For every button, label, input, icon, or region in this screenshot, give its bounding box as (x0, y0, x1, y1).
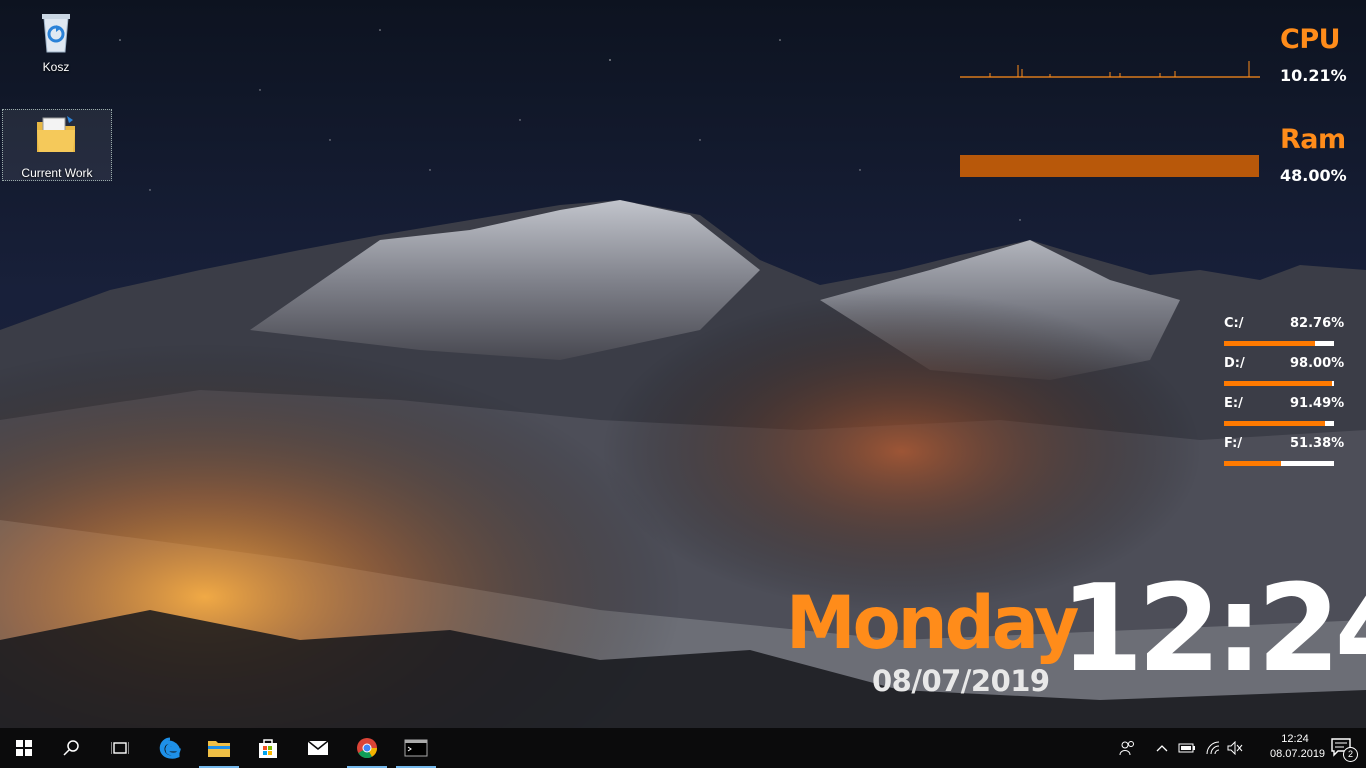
ram-value: 48.00% (1280, 166, 1347, 185)
drive-usage-fill (1224, 461, 1281, 466)
terminal-icon (404, 739, 428, 757)
volume-muted-icon (1227, 741, 1243, 755)
drive-usage-bar (1224, 461, 1334, 466)
mail-button[interactable] (294, 728, 342, 768)
wifi-icon (1206, 741, 1220, 755)
drive-label: C:/ (1224, 316, 1244, 331)
drive-usage-fill (1224, 381, 1332, 386)
task-view-icon (111, 742, 129, 754)
edge-icon (159, 737, 181, 759)
drive-usage-bar (1224, 381, 1334, 386)
start-button[interactable] (0, 728, 48, 768)
people-button[interactable] (1116, 728, 1140, 768)
desktop-icon-current-work[interactable]: Current Work (2, 109, 112, 181)
network-button[interactable] (1202, 728, 1224, 768)
desktop-icon-label: Kosz (42, 60, 70, 74)
drive-usage-fill (1224, 421, 1325, 426)
cpu-title: CPU (1280, 24, 1341, 55)
date-label: 08/07/2019 (872, 664, 1050, 698)
drive-usage-value: 98.00% (1290, 356, 1345, 371)
cpu-value: 10.21% (1280, 66, 1347, 85)
cpu-graph (960, 61, 1260, 78)
drive-usage-fill (1224, 341, 1316, 346)
store-icon (259, 739, 277, 758)
desktop-icon-recycle-bin[interactable]: Kosz (2, 8, 110, 74)
action-center-button[interactable]: 2 (1318, 728, 1366, 768)
drive-label: F:/ (1224, 436, 1243, 451)
taskbar: 12:24 08.07.2019 2 (0, 728, 1366, 768)
terminal-button[interactable] (392, 728, 440, 768)
search-icon (63, 740, 79, 756)
search-button[interactable] (48, 728, 96, 768)
battery-button[interactable] (1176, 728, 1198, 768)
taskbar-clock[interactable]: 12:24 08.07.2019 (1270, 732, 1326, 762)
drive-usage-value: 91.49% (1290, 396, 1345, 411)
chrome-button[interactable] (343, 728, 391, 768)
time-label: 12:24 (1060, 560, 1366, 699)
drive-usage-value: 82.76% (1290, 316, 1345, 331)
chevron-up-icon (1156, 745, 1168, 752)
day-label: Monday (786, 579, 1079, 667)
ram-graph (960, 155, 1259, 177)
drive-usage-bar (1224, 341, 1334, 346)
start-icon (16, 740, 32, 756)
file-explorer-icon (208, 741, 230, 757)
people-icon (1119, 741, 1134, 756)
desktop-icon-label: Current Work (21, 166, 93, 180)
task-view-button[interactable] (96, 728, 144, 768)
store-button[interactable] (244, 728, 292, 768)
file-explorer-button[interactable] (195, 728, 243, 768)
show-hidden-icons-button[interactable] (1152, 728, 1172, 768)
drive-usage-bar (1224, 421, 1334, 426)
battery-icon (1178, 743, 1195, 753)
volume-button[interactable] (1224, 728, 1246, 768)
chrome-icon (357, 738, 378, 759)
clock-date: 08.07.2019 (1270, 748, 1326, 760)
mail-icon (307, 740, 329, 755)
drive-usage-value: 51.38% (1290, 436, 1345, 451)
drive-label: E:/ (1224, 396, 1243, 411)
clock-time: 12:24 (1281, 733, 1309, 745)
recycle-bin-icon (32, 8, 80, 56)
notification-count-badge: 2 (1343, 747, 1358, 762)
ram-title: Ram (1280, 124, 1346, 155)
edge-button[interactable] (146, 728, 194, 768)
folder-icon (33, 114, 81, 162)
drive-label: D:/ (1224, 356, 1245, 371)
